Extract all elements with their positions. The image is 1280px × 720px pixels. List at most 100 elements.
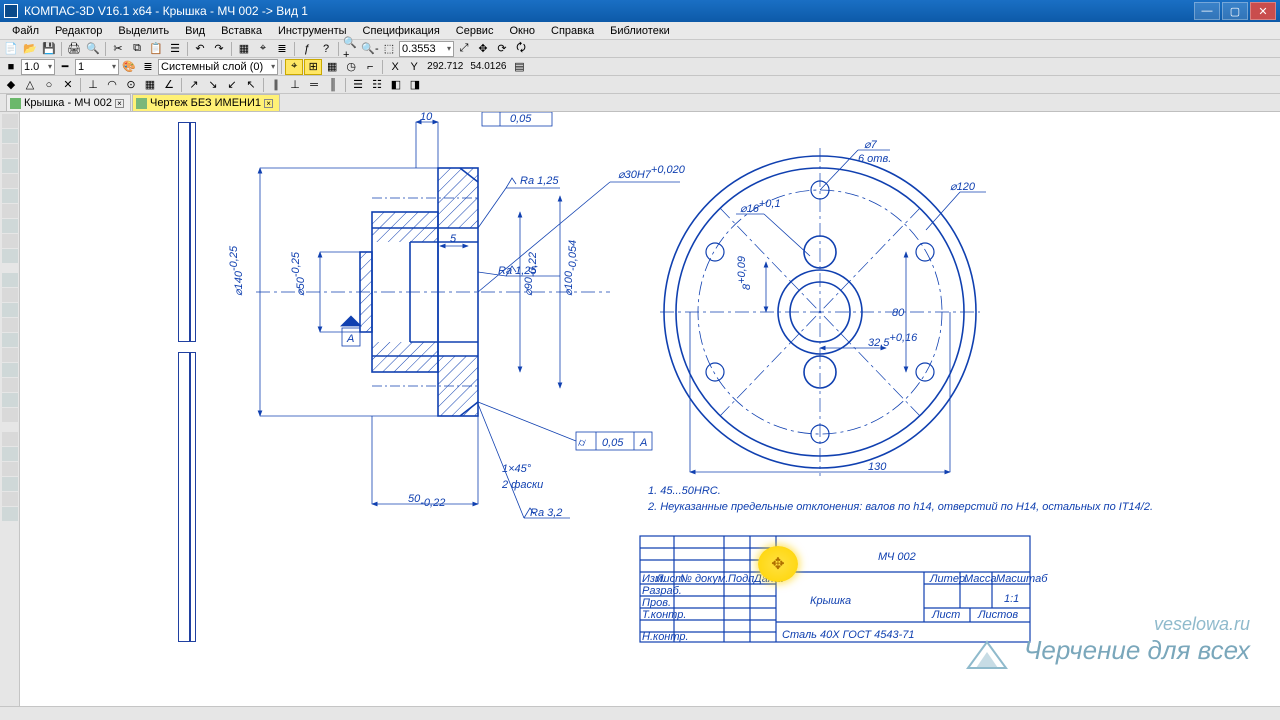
minimize-button[interactable]: — bbox=[1194, 2, 1220, 20]
tool-point[interactable] bbox=[2, 273, 18, 287]
tool-ellipse[interactable] bbox=[2, 333, 18, 347]
snap-end-button[interactable]: ◆ bbox=[2, 77, 20, 93]
tool-geometry[interactable] bbox=[2, 114, 18, 128]
tool-report[interactable] bbox=[2, 234, 18, 248]
paste-button[interactable]: 📋 bbox=[147, 41, 165, 57]
grid-toggle[interactable]: ▦ bbox=[323, 59, 341, 75]
vert-button[interactable]: ║ bbox=[324, 77, 342, 93]
snap-near-button[interactable]: ⊙ bbox=[122, 77, 140, 93]
tool-dimensions[interactable] bbox=[2, 129, 18, 143]
rotate-button[interactable]: ⟳ bbox=[493, 41, 511, 57]
menu-insert[interactable]: Вставка bbox=[213, 24, 270, 38]
refresh-button[interactable]: 🗘 bbox=[512, 41, 530, 57]
snap-tan-button[interactable]: ◠ bbox=[103, 77, 121, 93]
localcs-button[interactable]: ⌐ bbox=[361, 59, 379, 75]
layer-button[interactable]: ≣ bbox=[139, 59, 157, 75]
tool-table[interactable] bbox=[2, 408, 18, 422]
undo-button[interactable]: ↶ bbox=[191, 41, 209, 57]
snap-button[interactable]: ⌖ bbox=[254, 41, 272, 57]
preview-button[interactable]: 🔍 bbox=[84, 41, 102, 57]
help-button[interactable]: ? bbox=[317, 41, 335, 57]
snap-ext3-button[interactable]: ↙ bbox=[223, 77, 241, 93]
snap-toggle[interactable]: ⌖ bbox=[285, 59, 303, 75]
menu-service[interactable]: Сервис bbox=[448, 24, 502, 38]
misc1-button[interactable]: ◧ bbox=[387, 77, 405, 93]
menu-select[interactable]: Выделить bbox=[110, 24, 177, 38]
menu-tools[interactable]: Инструменты bbox=[270, 24, 355, 38]
style-combo[interactable]: 1 bbox=[75, 59, 119, 75]
tool-rect[interactable] bbox=[2, 363, 18, 377]
ortho-toggle[interactable]: ⊞ bbox=[304, 59, 322, 75]
tool-mirror[interactable] bbox=[2, 492, 18, 506]
tool-text[interactable] bbox=[2, 393, 18, 407]
print-button[interactable]: 🖨 bbox=[65, 41, 83, 57]
zoom-window-button[interactable]: ⬚ bbox=[380, 41, 398, 57]
snap-ext2-button[interactable]: ↘ bbox=[204, 77, 222, 93]
props-button[interactable]: ☰ bbox=[166, 41, 184, 57]
zoom-in-button[interactable]: 🔍+ bbox=[342, 41, 360, 57]
tool-select[interactable] bbox=[2, 204, 18, 218]
maximize-button[interactable]: ▢ bbox=[1222, 2, 1248, 20]
line-style-button[interactable]: ━ bbox=[56, 59, 74, 75]
menu-spec[interactable]: Спецификация bbox=[355, 24, 448, 38]
para-button[interactable]: ∥ bbox=[267, 77, 285, 93]
menu-help[interactable]: Справка bbox=[543, 24, 602, 38]
menu-libraries[interactable]: Библиотеки bbox=[602, 24, 678, 38]
tab-doc-1[interactable]: Крышка - МЧ 002 × bbox=[6, 94, 131, 111]
menu-view[interactable]: Вид bbox=[177, 24, 213, 38]
menu-file[interactable]: Файл bbox=[4, 24, 47, 38]
menu-edit[interactable]: Редактор bbox=[47, 24, 110, 38]
snap-angle-button[interactable]: ∠ bbox=[160, 77, 178, 93]
horiz-button[interactable]: ═ bbox=[305, 77, 323, 93]
tool-spline[interactable] bbox=[2, 348, 18, 362]
copy-button[interactable]: ⧉ bbox=[128, 41, 146, 57]
snap-int-button[interactable]: ✕ bbox=[59, 77, 77, 93]
snap-mid-button[interactable]: △ bbox=[21, 77, 39, 93]
tool-measure[interactable] bbox=[2, 189, 18, 203]
layer-combo[interactable]: Системный слой (0) bbox=[158, 59, 278, 75]
align1-button[interactable]: ☰ bbox=[349, 77, 367, 93]
tool-insert[interactable] bbox=[2, 249, 18, 263]
zoom-combo[interactable]: 0.3553 bbox=[399, 41, 454, 57]
cut-button[interactable]: ✂ bbox=[109, 41, 127, 57]
zoom-fit-button[interactable]: ⤢ bbox=[455, 41, 473, 57]
redo-button[interactable]: ↷ bbox=[210, 41, 228, 57]
open-button[interactable]: 📂 bbox=[21, 41, 39, 57]
drawing-canvas[interactable]: ⌀140-0,25 ⌀50-0,25 5 10 50-0,22 Ra 1,25 … bbox=[20, 112, 1280, 706]
tool-param[interactable] bbox=[2, 174, 18, 188]
close-button[interactable]: ✕ bbox=[1250, 2, 1276, 20]
coord-lock-button[interactable]: ▤ bbox=[510, 59, 528, 75]
tool-array[interactable] bbox=[2, 507, 18, 521]
menu-window[interactable]: Окно bbox=[501, 24, 543, 38]
tool-circle[interactable] bbox=[2, 303, 18, 317]
snap-ext4-button[interactable]: ↖ bbox=[242, 77, 260, 93]
snap-center-button[interactable]: ○ bbox=[40, 77, 58, 93]
zoom-out-button[interactable]: 🔍- bbox=[361, 41, 379, 57]
tool-line[interactable] bbox=[2, 288, 18, 302]
stop-button[interactable]: ■ bbox=[2, 59, 20, 75]
new-button[interactable]: 📄 bbox=[2, 41, 20, 57]
snap-perp-button[interactable]: ⊥ bbox=[84, 77, 102, 93]
tool-fillet[interactable] bbox=[2, 447, 18, 461]
tool-extend[interactable] bbox=[2, 477, 18, 491]
perp-button[interactable]: ⊥ bbox=[286, 77, 304, 93]
tool-hatch[interactable] bbox=[2, 378, 18, 392]
snap-ext1-button[interactable]: ↗ bbox=[185, 77, 203, 93]
tab-close-button[interactable]: × bbox=[115, 99, 124, 108]
layers-button[interactable]: ≣ bbox=[273, 41, 291, 57]
misc2-button[interactable]: ◨ bbox=[406, 77, 424, 93]
tab-close-button[interactable]: × bbox=[264, 99, 273, 108]
tool-trim[interactable] bbox=[2, 462, 18, 476]
grid-button[interactable]: ▦ bbox=[235, 41, 253, 57]
save-button[interactable]: 💾 bbox=[40, 41, 58, 57]
snap-grid-button[interactable]: ▦ bbox=[141, 77, 159, 93]
color-button[interactable]: 🎨 bbox=[120, 59, 138, 75]
vars-button[interactable]: ƒ bbox=[298, 41, 316, 57]
tool-chamfer[interactable] bbox=[2, 432, 18, 446]
pan-button[interactable]: ✥ bbox=[474, 41, 492, 57]
tool-arc[interactable] bbox=[2, 318, 18, 332]
tab-doc-2[interactable]: Чертеж БЕЗ ИМЕНИ1 × bbox=[132, 94, 280, 111]
round-toggle[interactable]: ◷ bbox=[342, 59, 360, 75]
align2-button[interactable]: ☷ bbox=[368, 77, 386, 93]
linewidth-combo[interactable]: 1.0 bbox=[21, 59, 55, 75]
